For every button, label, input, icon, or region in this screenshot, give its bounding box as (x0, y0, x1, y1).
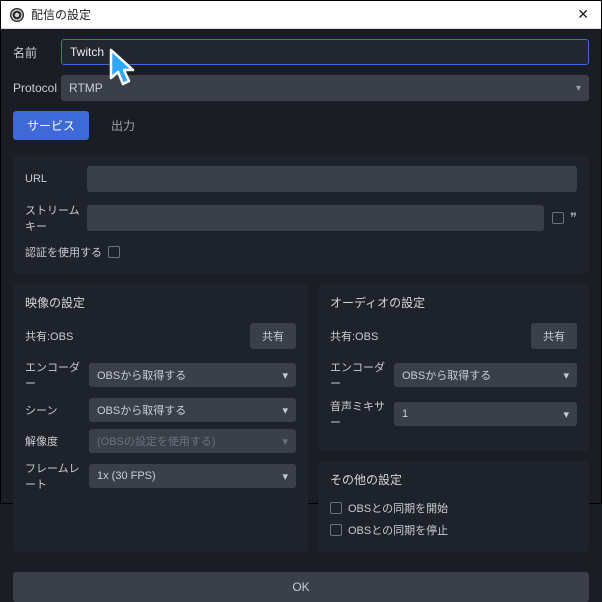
video-encoder-label: エンコーダー (25, 359, 89, 391)
mixer-label: 音声ミキサー (330, 398, 394, 430)
audio-share-row: 共有:OBS 共有 (330, 323, 577, 349)
chevron-down-icon: ▾ (282, 369, 288, 382)
framerate-label: フレームレート (25, 460, 89, 492)
mixer-select[interactable]: 1 ▾ (394, 402, 577, 426)
chevron-down-icon: ▾ (282, 435, 288, 448)
sync-stop-checkbox[interactable] (330, 524, 342, 536)
video-share-row: 共有:OBS 共有 (25, 323, 296, 349)
protocol-select[interactable]: RTMP ▾ (61, 75, 589, 101)
video-share-label: 共有:OBS (25, 328, 73, 344)
other-section: その他の設定 OBSとの同期を開始 OBSとの同期を停止 (318, 461, 589, 552)
name-row: 名前 (13, 39, 589, 65)
audio-heading: オーディオの設定 (330, 294, 577, 311)
audio-share-label: 共有:OBS (330, 328, 378, 344)
streamkey-input[interactable] (87, 205, 544, 231)
sync-stop-label: OBSとの同期を停止 (348, 522, 448, 538)
other-heading: その他の設定 (330, 471, 577, 488)
streamkey-show-checkbox[interactable] (552, 212, 564, 224)
sync-stop-row: OBSとの同期を停止 (330, 522, 577, 538)
auth-label: 認証を使用する (25, 244, 102, 260)
tab-service[interactable]: サービス (13, 111, 89, 140)
video-share-button[interactable]: 共有 (250, 323, 296, 349)
right-column: オーディオの設定 共有:OBS 共有 エンコーダー OBSから取得する ▾ 音声… (318, 284, 589, 562)
audio-encoder-select[interactable]: OBSから取得する ▾ (394, 363, 577, 387)
framerate-select[interactable]: 1x (30 FPS) ▾ (89, 464, 296, 488)
streamkey-label: ストリームキー (25, 202, 87, 234)
tab-output[interactable]: 出力 (97, 111, 149, 140)
sync-start-row: OBSとの同期を開始 (330, 500, 577, 516)
ok-button[interactable]: OK (13, 572, 589, 602)
url-input[interactable] (87, 166, 577, 192)
auth-checkbox[interactable] (108, 246, 120, 258)
protocol-value: RTMP (69, 81, 103, 95)
scene-select[interactable]: OBSから取得する ▾ (89, 398, 296, 422)
tabs: サービス 出力 (13, 111, 589, 140)
chevron-down-icon: ▾ (282, 404, 288, 417)
url-row: URL (25, 166, 577, 192)
url-label: URL (25, 173, 87, 185)
close-icon[interactable]: ✕ (573, 6, 593, 23)
protocol-label: Protocol (13, 81, 61, 95)
video-encoder-select[interactable]: OBSから取得する ▾ (89, 363, 296, 387)
window-title: 配信の設定 (31, 6, 573, 23)
dialog-body: 名前 Protocol RTMP ▾ サービス 出力 URL ストリームキー ❞… (1, 29, 601, 572)
scene-label: シーン (25, 402, 89, 418)
chevron-down-icon: ▾ (563, 408, 569, 421)
name-input[interactable] (61, 39, 589, 65)
name-label: 名前 (13, 44, 61, 61)
chevron-down-icon: ▾ (563, 369, 569, 382)
chevron-down-icon: ▾ (576, 83, 581, 94)
protocol-row: Protocol RTMP ▾ (13, 75, 589, 101)
resolution-select[interactable]: (OBSの設定を使用する) ▾ (89, 429, 296, 453)
auth-row: 認証を使用する (25, 244, 577, 260)
settings-columns: 映像の設定 共有:OBS 共有 エンコーダー OBSから取得する ▾ シーン O… (13, 284, 589, 562)
video-heading: 映像の設定 (25, 294, 296, 311)
chevron-down-icon: ▾ (282, 470, 288, 483)
quote-icon: ❞ (570, 210, 577, 226)
app-icon (9, 7, 25, 23)
audio-encoder-label: エンコーダー (330, 359, 394, 391)
resolution-label: 解像度 (25, 433, 89, 449)
sync-start-label: OBSとの同期を開始 (348, 500, 448, 516)
video-section: 映像の設定 共有:OBS 共有 エンコーダー OBSから取得する ▾ シーン O… (13, 284, 308, 552)
audio-share-button[interactable]: 共有 (531, 323, 577, 349)
streamkey-row: ストリームキー ❞ (25, 202, 577, 234)
titlebar: 配信の設定 ✕ (1, 1, 601, 29)
audio-section: オーディオの設定 共有:OBS 共有 エンコーダー OBSから取得する ▾ 音声… (318, 284, 589, 451)
stream-section: URL ストリームキー ❞ 認証を使用する (13, 156, 589, 274)
